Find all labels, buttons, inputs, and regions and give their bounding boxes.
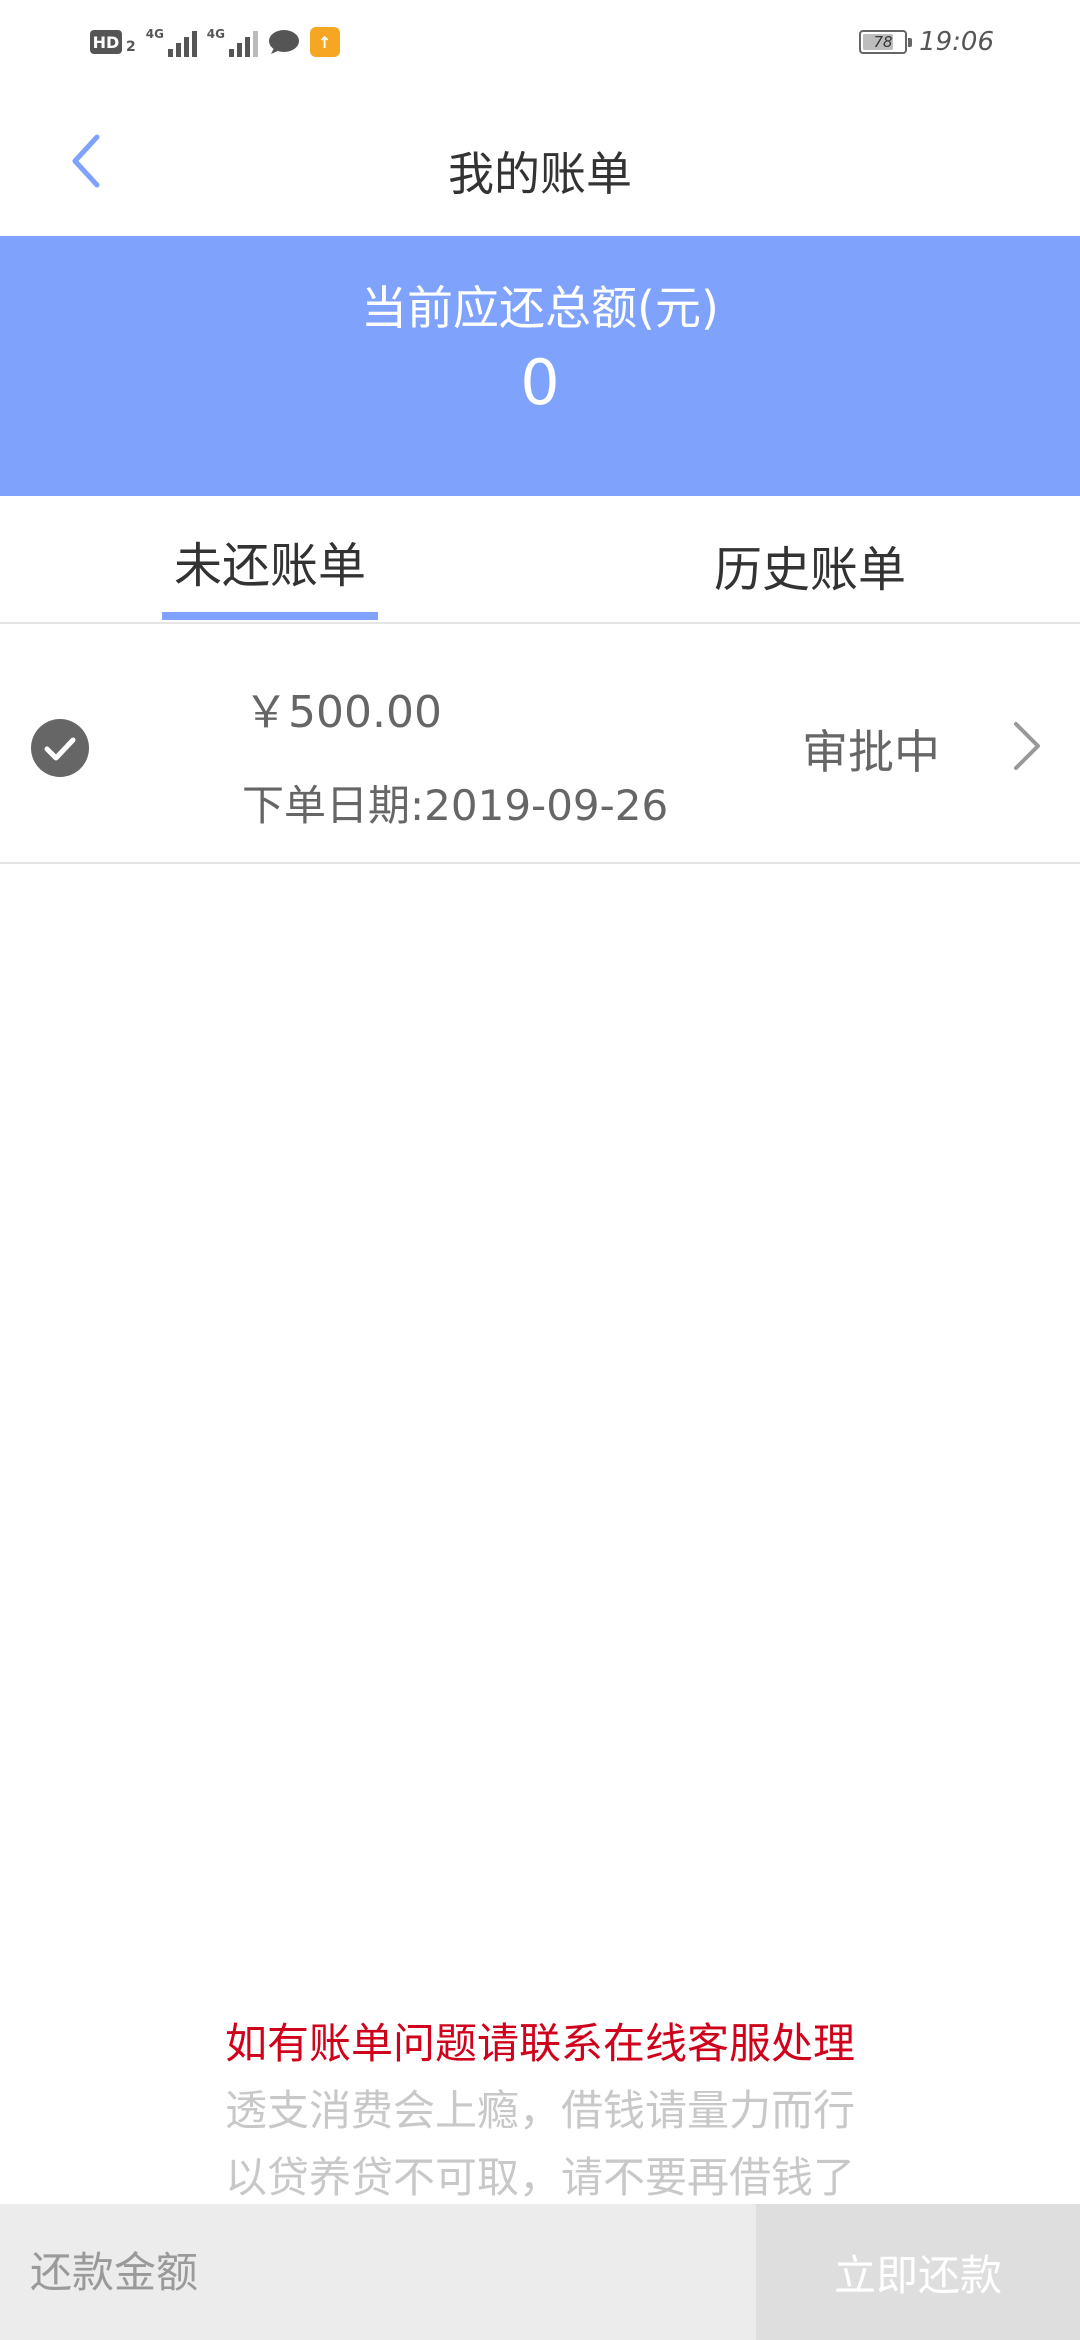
borrowing-warning-notice: 透支消费会上瘾，借钱请量力而行 (224, 2086, 855, 2135)
status-bar: HD 2 4G 4G ↑ 78 19:06 (0, 0, 1080, 86)
bill-page: HD 2 4G 4G ↑ 78 19:06 我的账单 当前应还总额(元) 0 未… (0, 0, 1080, 2340)
active-tab-indicator (162, 612, 378, 620)
summary-label: 当前应还总额(元) (361, 281, 719, 335)
pay-now-button[interactable]: 立即还款 (756, 2204, 1080, 2340)
bill-status: 审批中 (802, 725, 940, 779)
network-type-label: 4G (206, 27, 225, 41)
summary-banner: 当前应还总额(元) 0 (0, 236, 1080, 496)
tab-history-bills[interactable]: 历史账单 (540, 496, 1080, 622)
app-notification-icon: ↑ (309, 27, 340, 57)
contact-support-notice: 如有账单问题请联系在线客服处理 (224, 2019, 855, 2068)
clock: 19:06 (919, 27, 994, 57)
bill-amount: ￥500.00 (244, 687, 442, 738)
summary-amount: 0 (520, 346, 560, 419)
repayment-bar: 立即还款 (0, 2204, 1080, 2340)
hd-sub-label: 2 (126, 39, 136, 55)
tab-label: 未还账单 (174, 538, 367, 594)
network-type-label: 4G (145, 27, 164, 41)
nav-bar: 我的账单 (0, 86, 1080, 236)
tab-label: 历史账单 (714, 542, 907, 598)
signal-icon: 4G (207, 27, 258, 57)
battery-level: 78 (873, 33, 893, 51)
status-bar-right: 78 19:06 (859, 24, 994, 60)
battery-icon: 78 (859, 30, 913, 54)
bill-order-date: 下单日期:2019-09-26 (242, 781, 669, 830)
chevron-right-icon (1014, 722, 1040, 770)
signal-icon: 4G (146, 27, 197, 57)
repayment-amount-input[interactable] (0, 2204, 756, 2340)
hd-icon: HD (90, 30, 122, 54)
status-bar-left: HD 2 4G 4G ↑ (90, 24, 340, 60)
borrowing-warning-notice-2: 以贷养贷不可取，请不要再借钱了 (224, 2153, 855, 2202)
page-title: 我的账单 (448, 147, 632, 201)
check-circle-icon (31, 719, 89, 777)
bill-tabs: 未还账单 历史账单 (0, 496, 1080, 624)
tab-unpaid-bills[interactable]: 未还账单 (0, 496, 540, 622)
bill-list-item[interactable]: ￥500.00 下单日期:2019-09-26 审批中 (0, 626, 1080, 864)
chat-icon (268, 30, 299, 54)
